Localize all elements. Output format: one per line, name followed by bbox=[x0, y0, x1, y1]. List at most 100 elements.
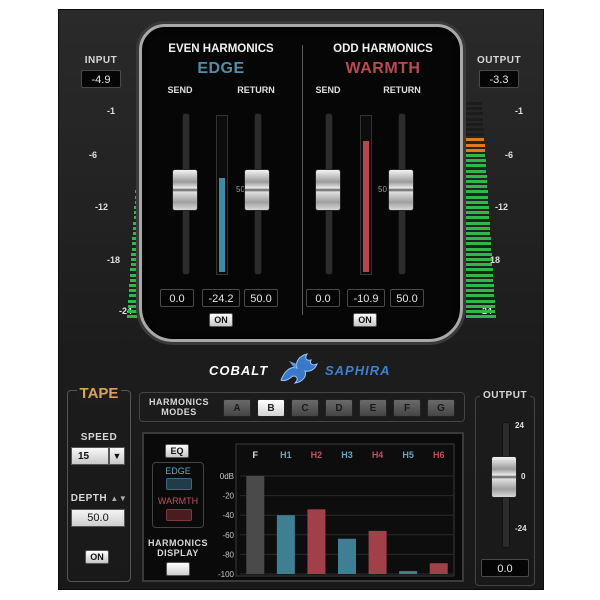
odd-send-value[interactable]: 0.0 bbox=[306, 289, 340, 307]
meter-segment bbox=[466, 169, 487, 173]
input-readout[interactable]: -4.9 bbox=[81, 70, 121, 88]
eq-button[interactable]: EQ bbox=[165, 444, 189, 458]
harmonics-display: EQ EDGE WARMTH HARMONICS DISPLAY 0dB -20 -… bbox=[142, 432, 464, 582]
speed-select[interactable]: 15 ▼ bbox=[71, 447, 125, 465]
category-label-h1: H1 bbox=[280, 450, 292, 460]
chevron-down-icon[interactable]: ▼ bbox=[109, 447, 125, 465]
warmth-label: WARMTH bbox=[157, 496, 199, 506]
meter-segment bbox=[466, 304, 495, 308]
tape-title-wrap: TAPE bbox=[67, 385, 131, 403]
output-bottom-label: OUTPUT bbox=[479, 390, 531, 401]
category-label-h6: H6 bbox=[433, 450, 445, 460]
bar-h5 bbox=[399, 571, 418, 574]
mode-button-d[interactable]: D bbox=[325, 399, 353, 417]
output-bottom-value[interactable]: 0.0 bbox=[481, 559, 529, 577]
updown-arrows-icon[interactable]: ▲▼ bbox=[110, 494, 127, 503]
even-on-button[interactable]: ON bbox=[209, 313, 233, 327]
mode-button-b[interactable]: B bbox=[257, 399, 285, 417]
warmth-eq-toggle[interactable] bbox=[166, 509, 192, 521]
even-return-fader[interactable] bbox=[244, 169, 270, 211]
y-tick-label: -60 bbox=[222, 531, 234, 540]
meter-segment bbox=[466, 232, 491, 235]
even-return-value[interactable]: 50.0 bbox=[244, 289, 278, 307]
output-fader-scale-minus24: -24 bbox=[515, 524, 527, 533]
harmonics-modes-label-line1: HARMONICS bbox=[149, 397, 209, 407]
meter-segment bbox=[466, 252, 492, 256]
meter-segment bbox=[466, 284, 494, 287]
depth-input[interactable]: 50.0 bbox=[71, 509, 125, 527]
meter-segment bbox=[466, 138, 485, 142]
y-tick-label: -100 bbox=[218, 570, 235, 579]
even-send-fader[interactable] bbox=[172, 169, 198, 211]
output-readout[interactable]: -3.3 bbox=[479, 70, 519, 88]
y-tick-label: -20 bbox=[222, 492, 234, 501]
input-scale-6: -6 bbox=[89, 150, 98, 160]
harmonics-chart: 0dB -20 -40 -60 -80 -100 F H1 H2 H3 H4 H5 H6 bbox=[218, 443, 455, 579]
input-scale-18: -18 bbox=[107, 255, 121, 265]
meter-segment bbox=[466, 195, 488, 199]
even-harmonics-subtitle: EDGE bbox=[197, 60, 245, 77]
depth-label-wrap: DEPTH ▲▼ bbox=[67, 493, 131, 504]
meter-segment bbox=[466, 159, 486, 163]
category-label-h5: H5 bbox=[402, 450, 414, 460]
edge-eq-toggle[interactable] bbox=[166, 478, 192, 490]
meter-segment bbox=[466, 117, 483, 121]
input-scale-12: -12 bbox=[95, 202, 109, 212]
meter-segment bbox=[466, 226, 490, 230]
output-fader[interactable] bbox=[491, 456, 517, 498]
mode-button-g[interactable]: G bbox=[427, 399, 455, 417]
odd-return-value[interactable]: 50.0 bbox=[390, 289, 424, 307]
harmonics-panel: EVEN HARMONICS EDGE SEND RETURN 0 50 0.0… bbox=[139, 24, 463, 342]
input-label: INPUT bbox=[84, 55, 118, 66]
output-scale-1: -1 bbox=[515, 106, 524, 116]
meter-segment bbox=[466, 185, 488, 189]
mode-button-e[interactable]: E bbox=[359, 399, 387, 417]
meter-segment bbox=[466, 174, 487, 178]
meter-segment bbox=[466, 143, 485, 147]
speed-value: 15 bbox=[71, 447, 109, 465]
mode-button-c[interactable]: C bbox=[291, 399, 319, 417]
meter-segment bbox=[466, 107, 483, 111]
meter-segment bbox=[466, 263, 493, 267]
tape-on-button[interactable]: ON bbox=[85, 550, 109, 564]
odd-send-fader[interactable] bbox=[315, 169, 341, 211]
meter-segment bbox=[466, 242, 491, 246]
meter-segment bbox=[466, 216, 490, 220]
meter-segment bbox=[466, 133, 484, 137]
even-meter-fill bbox=[219, 178, 225, 272]
mode-button-a[interactable]: A bbox=[223, 399, 251, 417]
depth-label: DEPTH bbox=[70, 493, 108, 504]
meter-segment bbox=[466, 273, 493, 277]
odd-send-label: SEND bbox=[315, 85, 341, 95]
meter-segment bbox=[466, 315, 496, 319]
bar-f bbox=[246, 476, 265, 574]
meter-segment bbox=[466, 122, 484, 126]
odd-meter-fill bbox=[363, 141, 369, 272]
meter-segment bbox=[466, 128, 484, 131]
output-fader-scale-24: 24 bbox=[515, 421, 524, 430]
odd-return-scale: 50 bbox=[378, 185, 387, 194]
even-return-label: RETURN bbox=[237, 85, 275, 95]
tape-title: TAPE bbox=[76, 385, 122, 402]
odd-meter-value: -10.9 bbox=[347, 289, 385, 307]
even-send-value[interactable]: 0.0 bbox=[160, 289, 194, 307]
odd-on-button[interactable]: ON bbox=[353, 313, 377, 327]
harmonics-display-label-line2: DISPLAY bbox=[157, 548, 199, 558]
category-label-h3: H3 bbox=[341, 450, 353, 460]
odd-return-fader[interactable] bbox=[388, 169, 414, 211]
odd-harmonics-subtitle: WARMTH bbox=[345, 60, 421, 77]
meter-segment bbox=[466, 289, 494, 293]
panel-divider bbox=[302, 45, 303, 315]
plugin-window: INPUT -4.9 OUTPUT -3.3 -1 -6 -12 -18 -24… bbox=[58, 9, 544, 590]
mode-button-f[interactable]: F bbox=[393, 399, 421, 417]
harmonics-display-label-line1: HARMONICS bbox=[148, 538, 208, 548]
harmonics-display-toggle[interactable] bbox=[166, 562, 190, 576]
bar-h1 bbox=[276, 515, 295, 574]
meter-segment bbox=[466, 190, 488, 194]
output-bottom-label-wrap: OUTPUT bbox=[475, 390, 535, 401]
meter-segment bbox=[466, 278, 494, 282]
dragon-logo-icon bbox=[277, 352, 321, 391]
category-label-h2: H2 bbox=[311, 450, 323, 460]
meter-segment bbox=[466, 164, 486, 168]
harmonics-modes-label: HARMONICS MODES bbox=[143, 397, 215, 417]
